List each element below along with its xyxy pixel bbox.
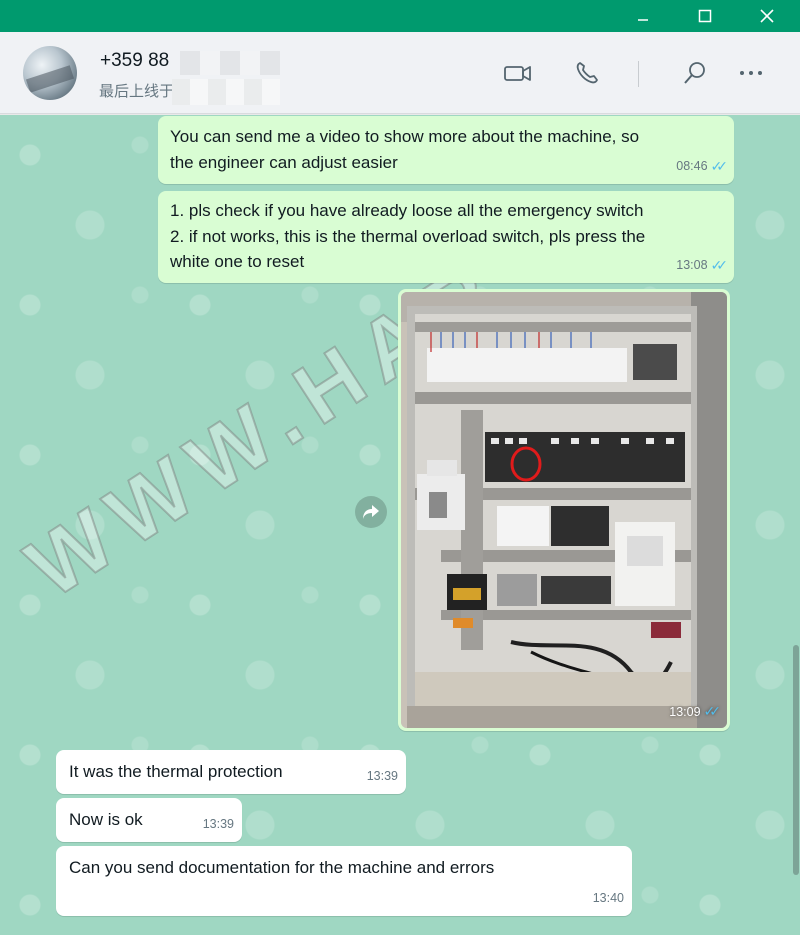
chat-scrollbar[interactable] — [793, 645, 799, 875]
chat-header: +359 88 最后上线于 — [0, 32, 800, 114]
read-ticks-icon: ✓✓ — [710, 256, 729, 273]
redaction-blur — [172, 79, 280, 105]
message-time: 13:39 — [366, 768, 398, 783]
incoming-message[interactable]: Can you send documentation for the machi… — [56, 846, 632, 916]
maximize-icon[interactable] — [682, 0, 728, 32]
incoming-message[interactable]: Now is ok 13:39 — [56, 798, 242, 842]
video-call-icon[interactable] — [503, 58, 533, 88]
contact-avatar[interactable] — [23, 46, 77, 100]
message-meta: 13:39 — [203, 812, 234, 838]
message-time: 13:40 — [592, 890, 624, 905]
message-meta: 13:40 — [593, 886, 624, 912]
voice-call-icon[interactable] — [572, 58, 602, 88]
header-divider — [638, 61, 639, 87]
contact-name[interactable]: +359 88 — [100, 50, 169, 72]
message-time: 13:08 — [676, 257, 708, 272]
message-text: It was the thermal protection — [69, 762, 283, 781]
search-icon[interactable] — [680, 58, 710, 88]
message-time: 08:46 — [676, 158, 708, 173]
electrical-panel-photo[interactable]: 13:09 ✓✓ — [401, 292, 727, 728]
outgoing-image-message[interactable]: 13:09 ✓✓ — [398, 289, 730, 731]
message-text: Can you send documentation for the machi… — [69, 858, 495, 877]
message-meta: 13:39 — [367, 764, 398, 790]
message-text-line: the engineer can adjust easier — [170, 152, 398, 172]
incoming-message[interactable]: It was the thermal protection 13:39 — [56, 750, 406, 794]
minimize-icon[interactable] — [620, 0, 666, 32]
close-icon[interactable] — [744, 0, 790, 32]
read-ticks-icon: ✓✓ — [703, 703, 722, 719]
outgoing-message[interactable]: 1. pls check if you have already loose a… — [158, 191, 734, 283]
message-text-line: 1. pls check if you have already loose a… — [170, 201, 644, 220]
message-text-line: You can send me a video to show more abo… — [170, 127, 640, 146]
message-text-line: white one to reset — [170, 252, 305, 271]
message-meta: 08:46 ✓✓ — [676, 154, 729, 180]
message-time: 13:09 — [669, 704, 701, 719]
read-ticks-icon: ✓✓ — [710, 157, 729, 174]
window-titlebar — [0, 0, 800, 32]
redaction-blur — [180, 51, 280, 75]
message-text-line: 2. if not works, this is the thermal ove… — [170, 226, 646, 246]
forward-icon[interactable] — [355, 496, 387, 528]
contact-status: 最后上线于 — [99, 83, 175, 100]
message-meta: 13:08 ✓✓ — [676, 253, 729, 279]
message-meta: 13:09 ✓✓ — [669, 703, 722, 720]
outgoing-message[interactable]: You can send me a video to show more abo… — [158, 116, 734, 184]
menu-icon[interactable] — [736, 58, 766, 88]
message-time: 13:39 — [202, 816, 234, 831]
